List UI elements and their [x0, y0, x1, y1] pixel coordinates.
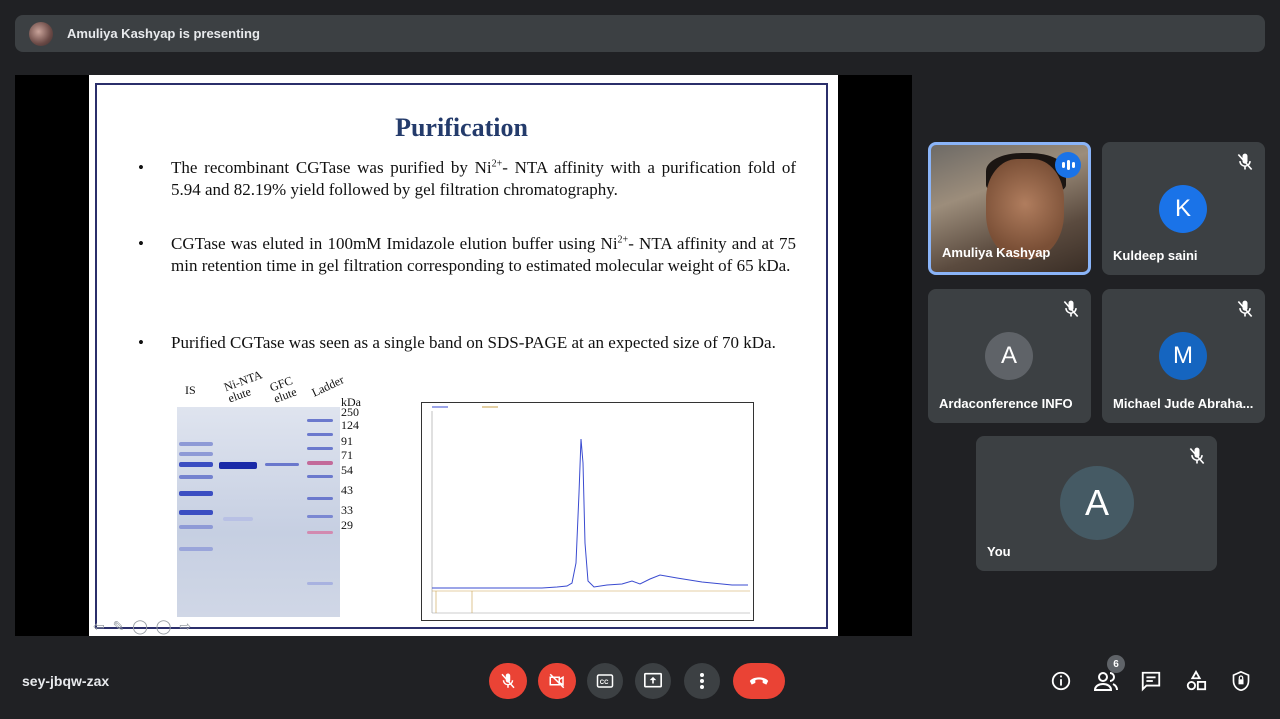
host-controls-button[interactable]: [1228, 668, 1254, 694]
slide-controls[interactable]: ⇦ ✎ ◯ ◯ ⇨: [93, 618, 193, 635]
more-options-button[interactable]: [684, 663, 720, 699]
video-face: [986, 159, 1064, 259]
captions-button[interactable]: CC: [587, 663, 623, 699]
captions-icon: CC: [596, 674, 614, 688]
participant-tile-kuldeep[interactable]: K Kuldeep saini: [1102, 142, 1265, 275]
gel-lane-ni-nta: [219, 407, 257, 617]
participant-name: Michael Jude Abraha...: [1113, 396, 1254, 411]
chat-icon: [1141, 671, 1161, 692]
gel-marker: 43: [341, 483, 353, 497]
participant-tile-ardaconference[interactable]: A Ardaconference INFO: [928, 289, 1091, 423]
meeting-code: sey-jbqw-zax: [22, 673, 110, 689]
bullet-symbol: •: [138, 333, 144, 352]
gel-lane-label: Ni-NTA elute: [222, 367, 264, 406]
chat-button[interactable]: [1138, 668, 1164, 694]
avatar: A: [1060, 466, 1134, 540]
bullet-symbol: •: [138, 158, 144, 177]
present-button[interactable]: [635, 663, 671, 699]
host-controls-icon: [1232, 670, 1250, 692]
presenting-text: Amuliya Kashyap is presenting: [67, 26, 260, 41]
bullet-1-sup: 2+: [491, 158, 503, 170]
meeting-details-button[interactable]: [1048, 668, 1074, 694]
slide-frame: Purification • The recombinant CGTase wa…: [95, 83, 828, 629]
gel-marker: 71: [341, 448, 353, 462]
participant-name: Kuldeep saini: [1113, 248, 1198, 263]
gel-marker: 54: [341, 463, 353, 477]
gel-marker: 91: [341, 434, 353, 448]
bullet-2: • CGTase was eluted in 100mM Imidazole e…: [138, 233, 796, 277]
mic-off-icon: [1189, 447, 1205, 465]
svg-text:CC: CC: [600, 680, 609, 686]
gel-marker: 29: [341, 518, 353, 532]
chromatogram-image: [421, 402, 754, 621]
presentation-stage: Purification • The recombinant CGTase wa…: [15, 75, 912, 636]
avatar: K: [1159, 185, 1207, 233]
activities-icon: [1186, 670, 1207, 691]
bullet-2-sup: 2+: [617, 234, 629, 246]
gel-marker: 33: [341, 503, 353, 517]
avatar: M: [1159, 332, 1207, 380]
participant-name: Amuliya Kashyap: [942, 245, 1051, 260]
hangup-icon: [749, 677, 769, 685]
participant-name: Ardaconference INFO: [939, 396, 1073, 411]
gel-lane-is: [179, 407, 213, 617]
camera-off-icon: [549, 673, 565, 689]
present-icon: [644, 672, 662, 688]
bullet-1: • The recombinant CGTase was purified by…: [138, 157, 796, 201]
slide: Purification • The recombinant CGTase wa…: [89, 75, 838, 636]
gel-lane-label: IS: [185, 383, 196, 397]
more-icon: [700, 673, 704, 689]
bullet-1-text-a: The recombinant CGTase was purified by N…: [171, 158, 492, 177]
mic-off-icon: [1237, 300, 1253, 318]
bullet-3-text: Purified CGTase was seen as a single ban…: [171, 333, 776, 352]
slide-title: Purification: [395, 113, 528, 142]
gel-lane-label: GFC elute: [267, 373, 299, 406]
gel-lane-gfc: [265, 407, 299, 617]
activities-button[interactable]: [1183, 668, 1209, 694]
sds-page-gel: [177, 407, 340, 617]
avatar: A: [985, 332, 1033, 380]
presenting-bar: Amuliya Kashyap is presenting: [15, 15, 1265, 52]
bullet-2-text-a: CGTase was eluted in 100mM Imidazole elu…: [171, 234, 618, 253]
info-icon: [1051, 671, 1071, 691]
mic-off-icon: [501, 673, 515, 689]
participant-tile-amuliya[interactable]: Amuliya Kashyap: [928, 142, 1091, 275]
presenter-avatar: [29, 21, 53, 46]
camera-toggle-button[interactable]: [538, 663, 576, 699]
gel-marker: 124: [341, 418, 359, 432]
speaking-indicator-icon: [1055, 152, 1081, 178]
participant-tile-you[interactable]: A You: [976, 436, 1217, 571]
bullet-3: • Purified CGTase was seen as a single b…: [138, 332, 796, 354]
participant-name: You: [987, 544, 1011, 559]
leave-call-button[interactable]: [733, 663, 785, 699]
participant-tile-michael[interactable]: M Michael Jude Abraha...: [1102, 289, 1265, 423]
mic-off-icon: [1063, 300, 1079, 318]
mic-off-icon: [1237, 153, 1253, 171]
gel-lane-ladder: [307, 407, 333, 617]
people-icon: [1094, 672, 1118, 691]
bullet-symbol: •: [138, 234, 144, 253]
people-count-badge: 6: [1107, 655, 1125, 673]
mic-toggle-button[interactable]: [489, 663, 527, 699]
